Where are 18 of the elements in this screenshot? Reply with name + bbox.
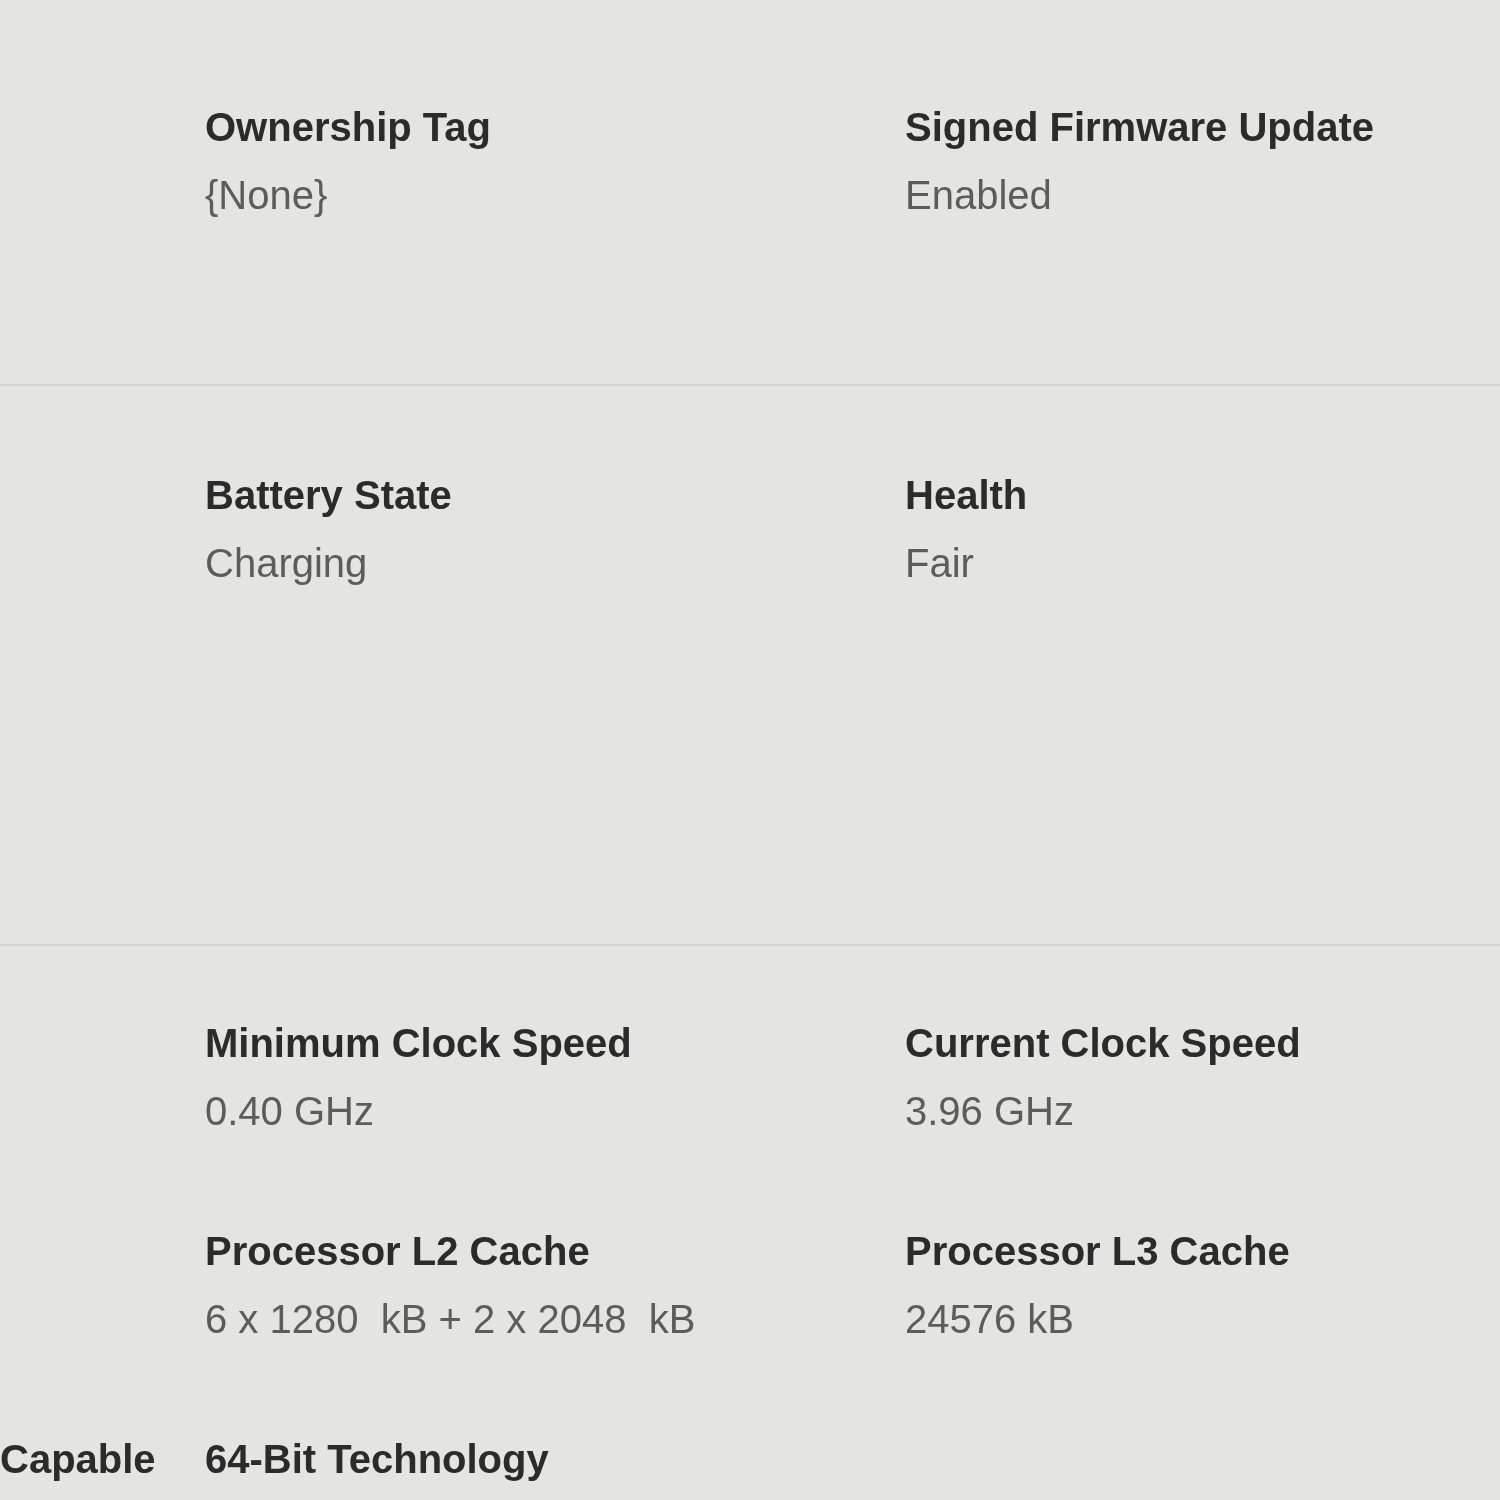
field-value: 24576 kB [905,1296,1075,1343]
field-value: Charging [205,540,368,587]
field-label: Signed Firmware Update [905,104,1374,151]
field-value: {None} [205,172,328,219]
field-value: Enabled [905,172,1052,219]
field-label: Processor L3 Cache [905,1228,1290,1275]
field-value: 0.40 GHz [205,1088,374,1135]
field-label: Health [905,472,1028,519]
field-label: Battery State [205,472,452,519]
field-label: 64-Bit Technology [205,1436,549,1483]
field-value: 3.96 GHz [905,1088,1074,1135]
field-label: Current Clock Speed [905,1020,1301,1067]
field-label: Processor L2 Cache [205,1228,590,1275]
field-value: Fair [905,540,974,587]
field-value: 6 x 1280 kB + 2 x 2048 kB [205,1296,696,1343]
field-label: Minimum Clock Speed [205,1020,632,1067]
field-label: Capable [0,1436,156,1483]
field-label: Ownership Tag [205,104,491,151]
